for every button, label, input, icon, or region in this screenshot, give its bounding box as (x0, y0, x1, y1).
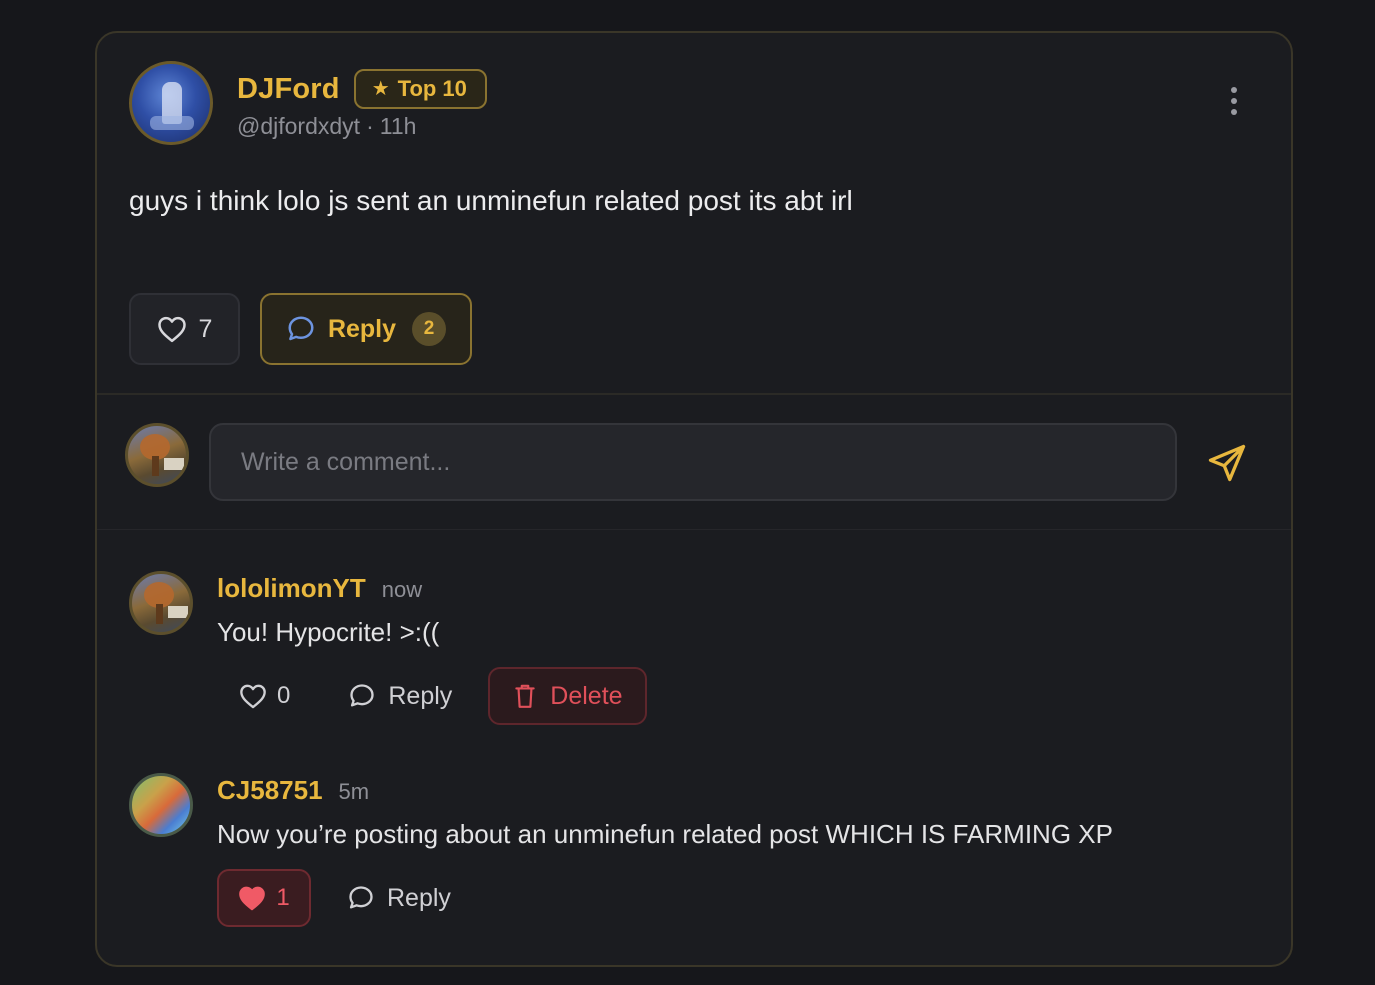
commenter-avatar[interactable] (129, 571, 193, 635)
post-timestamp: 11h (379, 113, 417, 139)
comment-text: You! Hypocrite! >:(( (217, 617, 440, 647)
rank-badge-label: Top 10 (397, 76, 467, 101)
comment-reply-button[interactable]: Reply (329, 869, 469, 927)
comment-like-button[interactable]: 1 (217, 869, 311, 927)
comment-like-count: 0 (277, 682, 291, 709)
comment-like-button[interactable]: 0 (217, 667, 312, 725)
heart-outline-icon (239, 683, 267, 709)
post-meta: @djfordxdyt · 11h (237, 113, 416, 140)
like-button[interactable]: 7 (129, 293, 240, 365)
comment-item: CJ58751 5m Now you’re posting about an u… (97, 773, 1291, 943)
comment-timestamp: now (381, 577, 423, 602)
send-icon[interactable] (1205, 441, 1249, 485)
comment-header: CJ58751 5m (217, 775, 369, 806)
divider (97, 529, 1291, 530)
comment-reply-button[interactable]: Reply (330, 667, 470, 725)
comment-text: Now you’re posting about an unminefun re… (217, 819, 1113, 849)
star-icon: ★ (371, 78, 390, 100)
reply-button[interactable]: Reply 2 (260, 293, 472, 365)
post-actions: 7 Reply 2 (129, 293, 472, 365)
author-handle: @djfordxdyt (237, 113, 361, 139)
comment-author[interactable]: lololimonYT (217, 573, 366, 604)
heart-filled-icon (238, 885, 266, 911)
comment-bubble-icon (347, 884, 375, 912)
delete-label: Delete (550, 681, 623, 710)
comment-like-count: 1 (276, 884, 290, 911)
rank-badge: ★ Top 10 (353, 69, 487, 109)
author-avatar[interactable] (129, 61, 213, 145)
reply-count-badge: 2 (412, 312, 447, 346)
heart-outline-icon (157, 315, 187, 343)
meta-separator: · (366, 113, 374, 139)
comment-timestamp: 5m (338, 779, 370, 804)
comment-delete-button[interactable]: Delete (488, 667, 647, 725)
comment-reply-label: Reply (387, 883, 451, 912)
trash-icon (512, 682, 538, 710)
comment-item: lololimonYT now You! Hypocrite! >:(( 0 R… (97, 571, 1291, 741)
more-options-icon[interactable] (1219, 81, 1249, 121)
post-author-name[interactable]: DJFord (237, 73, 340, 106)
comment-author[interactable]: CJ58751 (217, 775, 323, 806)
comment-reply-label: Reply (388, 681, 453, 710)
post-header: DJFord ★ Top 10 @djfordxdyt · 11h (129, 61, 1259, 151)
comment-input[interactable] (209, 423, 1177, 501)
comment-header: lololimonYT now (217, 573, 422, 604)
post-card: DJFord ★ Top 10 @djfordxdyt · 11h guys i t… (95, 31, 1293, 967)
comment-composer (97, 395, 1291, 529)
comment-actions: 1 Reply (217, 869, 469, 927)
current-user-avatar (125, 423, 189, 487)
comment-actions: 0 Reply Delete (217, 667, 647, 725)
comment-bubble-icon (348, 682, 376, 710)
like-count: 7 (198, 314, 213, 343)
reply-label: Reply (327, 314, 397, 343)
post-body: guys i think lolo js sent an unminefun r… (129, 185, 853, 216)
commenter-avatar[interactable] (129, 773, 193, 837)
author-name-row: DJFord ★ Top 10 (237, 69, 487, 109)
comment-bubble-icon (286, 314, 316, 344)
